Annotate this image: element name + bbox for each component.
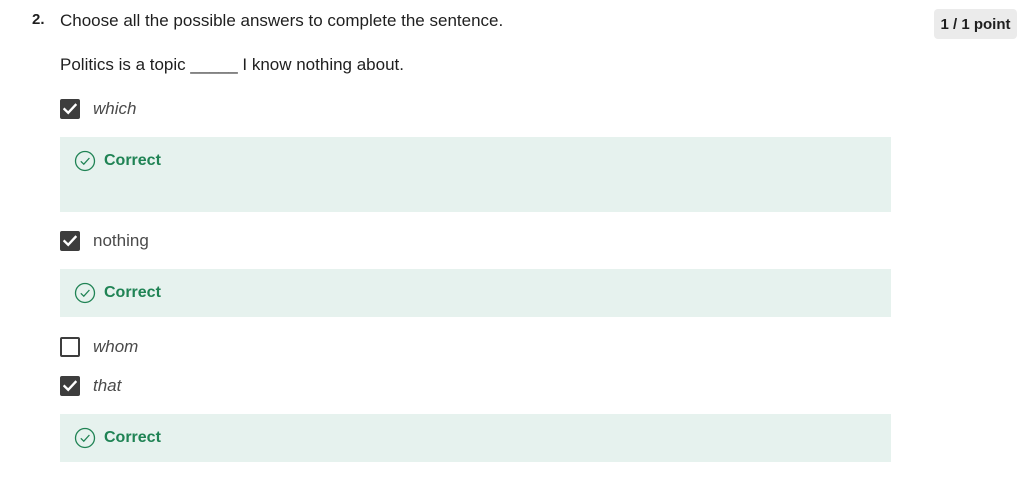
option-label: that (93, 376, 122, 395)
option-whom[interactable]: whom (60, 337, 138, 357)
question-prompt: Choose all the possible answers to compl… (60, 11, 504, 30)
option-that[interactable]: that (60, 376, 121, 396)
check-circle-icon (74, 427, 96, 449)
option-label: which (93, 99, 137, 118)
check-circle-icon (74, 150, 96, 172)
checkbox-checked[interactable] (60, 231, 80, 251)
feedback-text: Correct (104, 284, 161, 301)
points-badge: 1 / 1 point (934, 9, 1017, 39)
check-circle-icon (74, 282, 96, 304)
feedback-panel: Correct (60, 137, 891, 212)
option-label: nothing (93, 231, 149, 250)
checkmark-icon (63, 380, 77, 392)
feedback-text: Correct (104, 152, 161, 169)
question-number: 2. (32, 11, 45, 28)
checkmark-icon (63, 103, 77, 115)
checkbox-checked[interactable] (60, 376, 80, 396)
feedback-panel: Correct (60, 269, 891, 317)
option-which[interactable]: which (60, 99, 136, 119)
feedback-text: Correct (104, 429, 161, 446)
option-label: whom (93, 337, 139, 356)
checkbox-checked[interactable] (60, 99, 80, 119)
feedback-panel: Correct (60, 414, 891, 462)
checkbox-unchecked[interactable] (60, 337, 80, 357)
checkmark-icon (63, 235, 77, 247)
question-sentence: Politics is a topic _____ I know nothing… (60, 55, 404, 74)
option-nothing[interactable]: nothing (60, 231, 149, 251)
